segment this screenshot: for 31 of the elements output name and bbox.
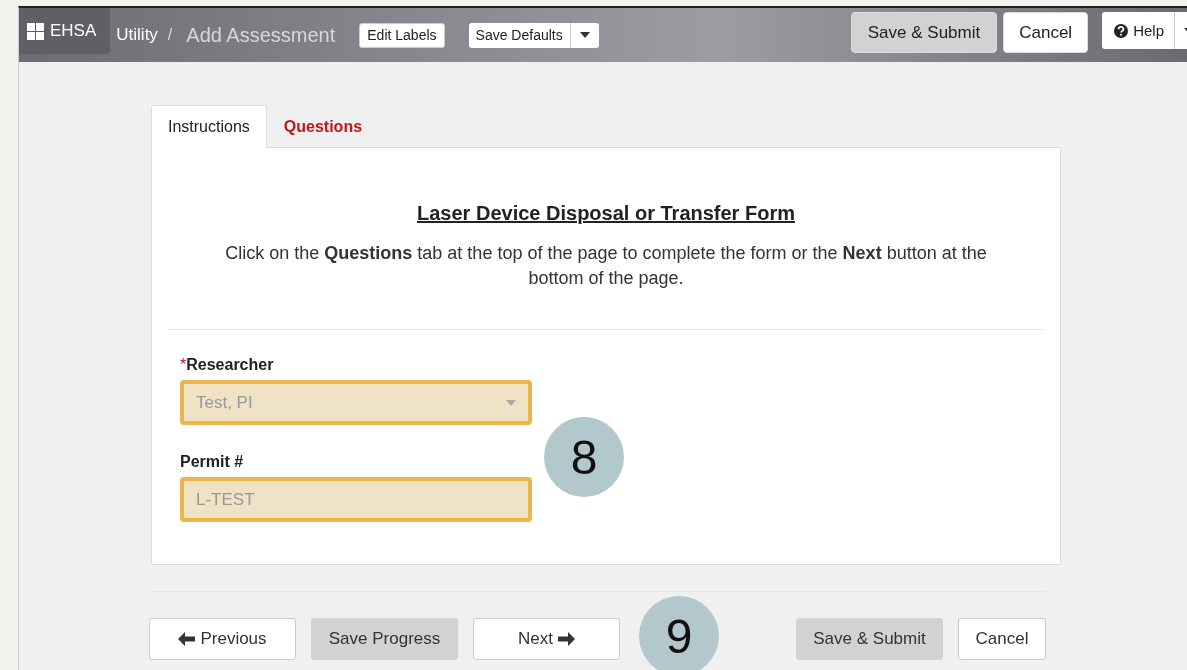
split-button[interactable]: Save Defaults xyxy=(468,22,599,48)
caret-icon xyxy=(579,32,590,38)
required-mark: * xyxy=(180,356,187,373)
step-callout: 9 xyxy=(639,596,719,670)
tab[interactable]: Questions xyxy=(266,105,380,147)
tab[interactable]: Instructions xyxy=(151,105,267,148)
brand-button[interactable]: EHSA xyxy=(19,8,111,54)
footer-button[interactable]: Cancel xyxy=(958,618,1046,660)
arrow-left-icon xyxy=(178,632,196,646)
caret-icon xyxy=(506,399,516,406)
footer-button[interactable]: Save & Submit xyxy=(796,618,943,660)
header-button[interactable]: Save & Submit xyxy=(850,12,998,53)
footer-button[interactable]: Next xyxy=(473,618,620,660)
grid-icon xyxy=(27,22,44,40)
footer-button[interactable]: Save Progress xyxy=(311,618,458,660)
breadcrumb-separator: / xyxy=(167,26,173,44)
form-title: Laser Device Disposal or Transfer Form xyxy=(416,202,796,225)
instructions-text: Click on the Questions tab at the top of the page to complete the form or the Next button at the bottom of the page. xyxy=(224,242,988,290)
help-button[interactable]: Help xyxy=(1102,12,1174,49)
step-callout: 8 xyxy=(544,417,624,497)
tool-button[interactable]: Save Defaults xyxy=(468,22,570,48)
footer-button[interactable]: Previous xyxy=(149,618,296,660)
header-button[interactable]: Cancel xyxy=(1003,12,1089,53)
arrow-right-icon xyxy=(558,632,575,646)
field-label: Researcher xyxy=(186,356,274,373)
tool-button[interactable]: Edit Labels xyxy=(359,22,445,48)
page-title: Add Assessment xyxy=(186,23,336,47)
help-split-button[interactable]: Help xyxy=(1102,12,1187,49)
breadcrumb-link[interactable]: Utility xyxy=(116,25,158,45)
field-label: Permit # xyxy=(180,453,244,470)
help-icon xyxy=(1114,23,1129,38)
